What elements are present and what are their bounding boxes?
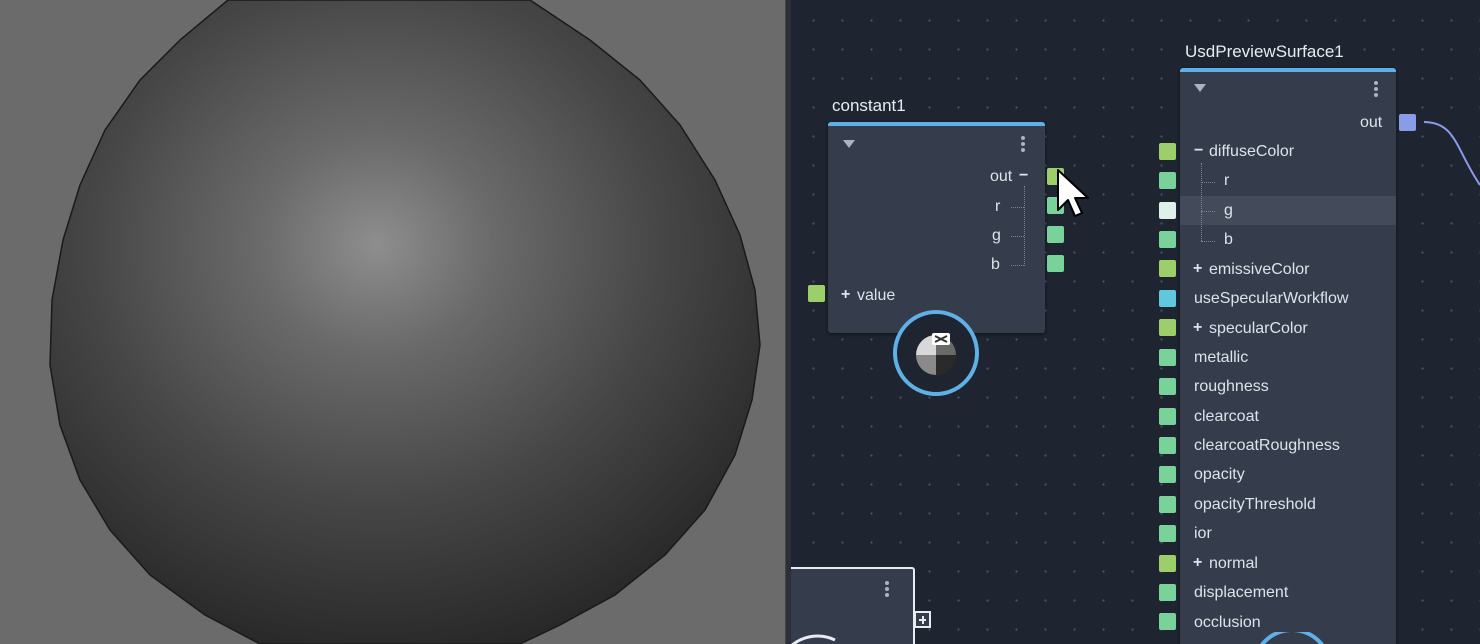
swatch-preview-icon[interactable]: [1257, 632, 1327, 644]
param-diffuse-r: r: [1224, 172, 1230, 189]
surface-node-title: UsdPreviewSurface1: [1185, 42, 1344, 61]
port-surface-out[interactable]: [1399, 114, 1416, 131]
kebab-menu-icon[interactable]: [1374, 81, 1378, 99]
sphere-mesh: [49, 0, 761, 644]
constant-node-title: constant1: [832, 96, 906, 115]
param-roughness: roughness: [1194, 378, 1269, 395]
param-emissive-color: emissiveColor: [1209, 261, 1310, 278]
tree-guide: [1011, 265, 1024, 266]
param-clearcoat-roughness: clearcoatRoughness: [1194, 437, 1340, 454]
port-constant-g[interactable]: [1047, 226, 1064, 243]
port-diffuse-b[interactable]: [1159, 231, 1176, 248]
port-constant-b[interactable]: [1047, 255, 1064, 272]
port-roughness[interactable]: [1159, 378, 1176, 395]
param-normal: normal: [1209, 555, 1258, 572]
tree-guide: [1201, 211, 1215, 212]
param-clearcoat: clearcoat: [1194, 408, 1259, 425]
param-use-specular-workflow: useSpecularWorkflow: [1194, 290, 1349, 307]
port-diffuse-color[interactable]: [1159, 143, 1176, 160]
port-metallic[interactable]: [1159, 349, 1176, 366]
viewport-3d[interactable]: [0, 0, 785, 644]
swatch-preview-icon[interactable]: [892, 309, 982, 399]
port-use-specular-workflow[interactable]: [1159, 290, 1176, 307]
surface-node[interactable]: out − diffuseColor r g b + emissiveColor…: [1180, 68, 1396, 644]
output-g-label: g: [992, 227, 1001, 244]
port-specular-color[interactable]: [1159, 319, 1176, 336]
kebab-menu-icon[interactable]: [885, 581, 889, 599]
param-occlusion: occlusion: [1194, 614, 1261, 631]
port-diffuse-g[interactable]: [1159, 202, 1176, 219]
emissive-color-expand[interactable]: +: [1193, 260, 1202, 278]
specular-color-expand[interactable]: +: [1193, 319, 1202, 337]
param-opacity: opacity: [1194, 466, 1245, 483]
collapse-triangle-icon[interactable]: [843, 140, 855, 148]
sphere-preview: [49, 0, 761, 644]
port-occlusion[interactable]: [1159, 613, 1176, 630]
port-ior[interactable]: [1159, 525, 1176, 542]
port-clearcoat[interactable]: [1159, 408, 1176, 425]
node-accent-bar: [1180, 68, 1396, 72]
param-metallic: metallic: [1194, 349, 1249, 366]
mouse-cursor-icon: [1057, 169, 1089, 217]
port-displacement[interactable]: [1159, 584, 1176, 601]
normal-expand[interactable]: +: [1193, 554, 1202, 572]
input-value-expand[interactable]: +: [841, 286, 850, 304]
node-accent-bar: [828, 122, 1045, 126]
tree-guide: [1011, 236, 1024, 237]
tree-guide: [1201, 163, 1202, 241]
tree-guide: [1024, 186, 1025, 266]
param-diffuse-color: diffuseColor: [1209, 143, 1295, 160]
port-opacity-threshold[interactable]: [1159, 496, 1176, 513]
port-constant-value[interactable]: [808, 285, 825, 302]
output-out-label: out: [990, 168, 1013, 185]
tree-guide: [1011, 207, 1024, 208]
diffuse-color-collapse[interactable]: −: [1194, 142, 1203, 160]
output-out-collapse[interactable]: −: [1019, 167, 1028, 185]
input-value-label: value: [857, 287, 896, 304]
param-displacement: displacement: [1194, 584, 1289, 601]
partial-node[interactable]: [791, 567, 915, 644]
param-diffuse-g: g: [1224, 202, 1233, 219]
tree-guide: [1201, 182, 1215, 183]
port-clearcoat-roughness[interactable]: [1159, 437, 1176, 454]
param-diffuse-b: b: [1224, 231, 1233, 248]
port-opacity[interactable]: [1159, 466, 1176, 483]
param-ior: ior: [1194, 525, 1212, 542]
output-out-label: out: [1360, 114, 1383, 131]
port-diffuse-r[interactable]: [1159, 172, 1176, 189]
swatch-preview-icon[interactable]: [791, 634, 849, 644]
kebab-menu-icon[interactable]: [1021, 136, 1025, 154]
output-r-label: r: [995, 198, 1001, 215]
collapse-triangle-icon[interactable]: [1194, 84, 1206, 92]
param-specular-color: specularColor: [1209, 320, 1308, 337]
plus-icon[interactable]: [914, 611, 931, 628]
output-b-label: b: [991, 256, 1000, 273]
port-emissive-color[interactable]: [1159, 260, 1176, 277]
node-graph-canvas[interactable]: constant1 out − r g b + value UsdPreview…: [791, 0, 1480, 644]
port-normal[interactable]: [1159, 555, 1176, 572]
constant-node[interactable]: out − r g b + value: [828, 122, 1045, 333]
param-opacity-threshold: opacityThreshold: [1194, 496, 1316, 513]
tree-guide: [1201, 241, 1215, 242]
